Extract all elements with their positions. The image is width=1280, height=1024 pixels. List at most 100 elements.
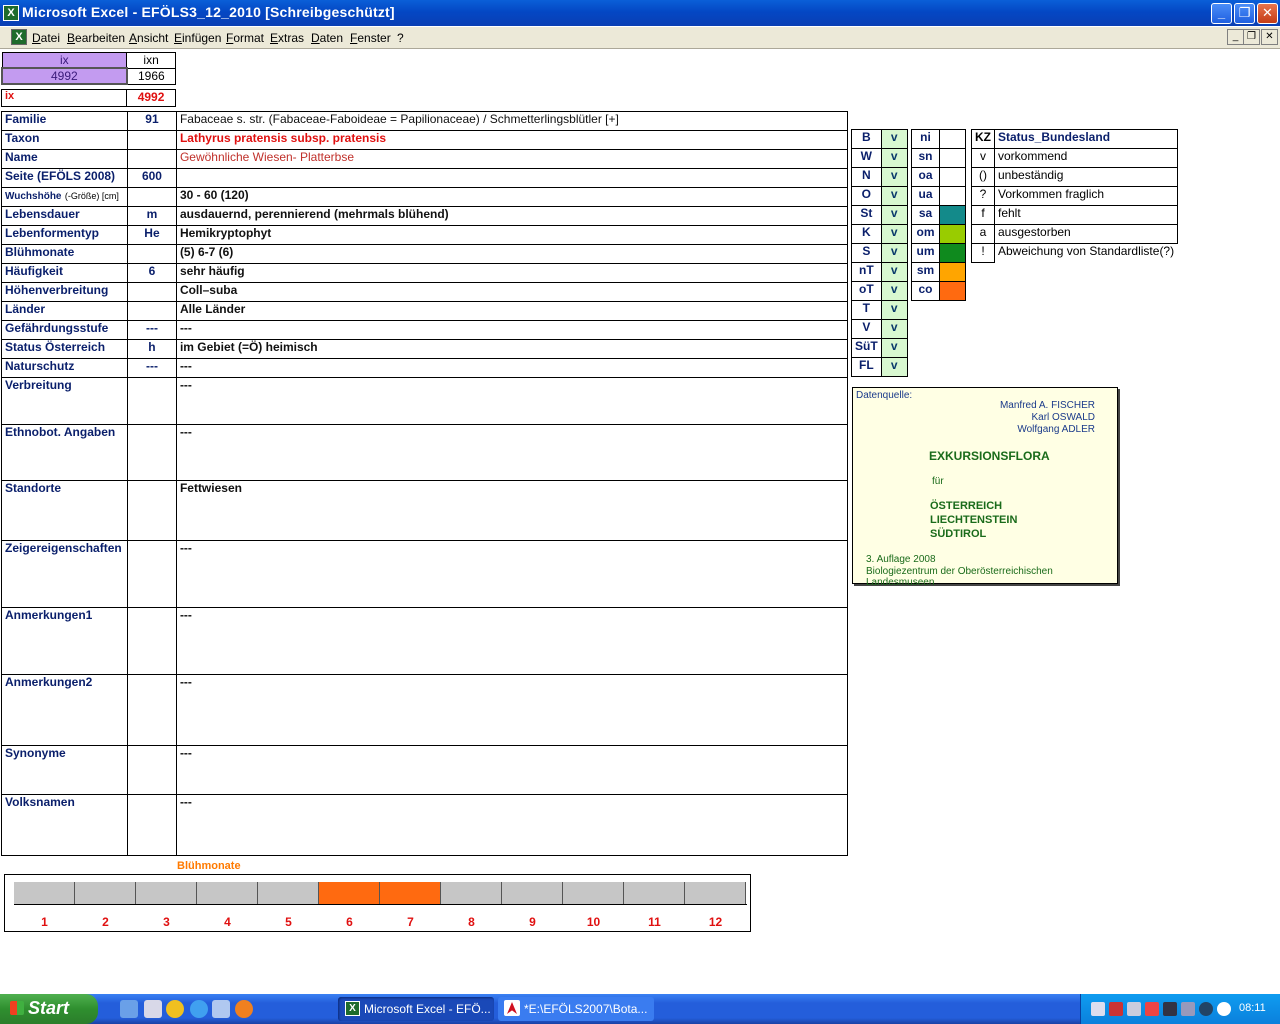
field-code[interactable]	[126, 480, 177, 541]
field-code[interactable]: m	[126, 206, 177, 226]
bundesland-status[interactable]: v	[880, 357, 908, 377]
minimize-button[interactable]: _	[1211, 3, 1232, 24]
field-value[interactable]: ausdauernd, perennierend (mehrmals blühe…	[175, 206, 849, 226]
search-tray-icon[interactable]	[1127, 1002, 1141, 1016]
ixn-value-cell[interactable]: 1966	[126, 67, 176, 85]
bundesland-status[interactable]: v	[880, 129, 908, 149]
hoehenstufe-color[interactable]	[939, 205, 966, 225]
menu-bearbeiten[interactable]: Bearbeiten	[67, 31, 125, 45]
restore-button[interactable]: ❐	[1234, 3, 1255, 24]
info-tray-icon[interactable]	[1199, 1002, 1213, 1016]
field-code[interactable]	[126, 607, 177, 675]
quicklaunch-media-icon[interactable]	[166, 1000, 184, 1018]
close-button[interactable]: ✕	[1257, 3, 1278, 24]
start-button[interactable]: Start	[0, 994, 98, 1024]
field-code[interactable]	[126, 130, 177, 150]
quicklaunch-ie-icon[interactable]	[190, 1000, 208, 1018]
taskbar-file-task[interactable]: *E:\EFÖLS2007\Bota...	[498, 997, 654, 1021]
field-value[interactable]: im Gebiet (=Ö) heimisch	[175, 339, 849, 359]
workbook-restore-button[interactable]: ❐	[1243, 29, 1260, 45]
field-value[interactable]: ---	[175, 320, 849, 340]
field-code[interactable]: 6	[126, 263, 177, 283]
field-code[interactable]: ---	[126, 358, 177, 378]
field-value[interactable]: Alle Länder	[175, 301, 849, 321]
field-code[interactable]	[126, 187, 177, 207]
field-value[interactable]: (5) 6-7 (6)	[175, 244, 849, 264]
worksheet[interactable]: ix ixn 4992 1966 ix 4992 Familie 91 Fabace…	[0, 50, 1280, 990]
field-value[interactable]: Coll–suba	[175, 282, 849, 302]
menu-fenster[interactable]: Fenster	[350, 31, 391, 45]
quicklaunch-firefox-icon[interactable]	[235, 1000, 253, 1018]
bundesland-status[interactable]: v	[880, 243, 908, 263]
hoehenstufe-color[interactable]	[939, 129, 966, 149]
field-value[interactable]: ---	[175, 358, 849, 378]
menu-daten[interactable]: Daten	[311, 31, 343, 45]
field-code[interactable]	[126, 244, 177, 264]
field-code[interactable]	[126, 745, 177, 795]
menu-einfuegen[interactable]: Einfügen	[174, 31, 221, 45]
hoehenstufe-color[interactable]	[939, 243, 966, 263]
field-value[interactable]: Lathyrus pratensis subsp. pratensis	[175, 130, 849, 150]
field-code[interactable]	[126, 424, 177, 481]
field-code[interactable]	[126, 301, 177, 321]
field-value[interactable]: ---	[175, 607, 849, 675]
bundesland-status[interactable]: v	[880, 338, 908, 358]
field-code[interactable]	[126, 540, 177, 608]
ix-value[interactable]: 4992	[126, 89, 176, 107]
field-value[interactable]: ---	[175, 540, 849, 608]
field-code[interactable]	[126, 674, 177, 746]
field-code[interactable]: 600	[126, 168, 177, 188]
menu-ansicht[interactable]: Ansicht	[129, 31, 168, 45]
field-value[interactable]: ---	[175, 377, 849, 425]
field-code[interactable]: ---	[126, 320, 177, 340]
field-code[interactable]	[126, 282, 177, 302]
taskbar-excel-task[interactable]: X Microsoft Excel - EFÖ...	[338, 997, 494, 1021]
bundesland-status[interactable]: v	[880, 319, 908, 339]
workbook-minimize-button[interactable]: _	[1227, 29, 1244, 45]
hoehenstufe-color[interactable]	[939, 167, 966, 187]
app-tray-icon[interactable]	[1217, 1002, 1231, 1016]
bundesland-status[interactable]: v	[880, 167, 908, 187]
field-value[interactable]: ---	[175, 794, 849, 856]
quicklaunch-outlook-icon[interactable]	[212, 1000, 230, 1018]
workbook-icon[interactable]: X	[11, 29, 27, 45]
volume-muted-icon[interactable]	[1109, 1002, 1123, 1016]
bundesland-status[interactable]: v	[880, 300, 908, 320]
hoehenstufe-color[interactable]	[939, 186, 966, 206]
field-code[interactable]: h	[126, 339, 177, 359]
field-value[interactable]: Gewöhnliche Wiesen- Platterbse	[175, 149, 849, 169]
hoehenstufe-color[interactable]	[939, 262, 966, 282]
field-code[interactable]	[126, 377, 177, 425]
field-code[interactable]: 91	[126, 111, 177, 131]
device-tray-icon[interactable]	[1181, 1002, 1195, 1016]
field-value[interactable]: Fettwiesen	[175, 480, 849, 541]
menu-format[interactable]: Format	[226, 31, 264, 45]
field-value[interactable]: ---	[175, 745, 849, 795]
field-value[interactable]: ---	[175, 424, 849, 481]
workbook-close-button[interactable]: ✕	[1261, 29, 1278, 45]
field-value[interactable]: Hemikryptophyt	[175, 225, 849, 245]
excel-app-icon[interactable]: X	[3, 5, 19, 21]
menu-help[interactable]: ?	[397, 31, 404, 45]
bundesland-status[interactable]: v	[880, 148, 908, 168]
ix-value-cell[interactable]: 4992	[1, 67, 128, 85]
field-code[interactable]	[126, 794, 177, 856]
field-value[interactable]: ---	[175, 674, 849, 746]
bundesland-status[interactable]: v	[880, 281, 908, 301]
bundesland-status[interactable]: v	[880, 205, 908, 225]
field-value[interactable]	[175, 168, 849, 188]
menu-datei[interactable]: Datei	[32, 31, 60, 45]
menu-extras[interactable]: Extras	[270, 31, 304, 45]
hoehenstufe-color[interactable]	[939, 281, 966, 301]
bundesland-status[interactable]: v	[880, 262, 908, 282]
network-icon[interactable]	[1091, 1002, 1105, 1016]
quicklaunch-printer-icon[interactable]	[144, 1000, 162, 1018]
shield-tray-icon[interactable]	[1163, 1002, 1177, 1016]
bundesland-status[interactable]: v	[880, 186, 908, 206]
bundesland-status[interactable]: v	[880, 224, 908, 244]
hoehenstufe-color[interactable]	[939, 224, 966, 244]
field-value[interactable]: 30 - 60 (120)	[175, 187, 849, 207]
security-tray-icon[interactable]	[1145, 1002, 1159, 1016]
field-code[interactable]	[126, 149, 177, 169]
hoehenstufe-color[interactable]	[939, 148, 966, 168]
